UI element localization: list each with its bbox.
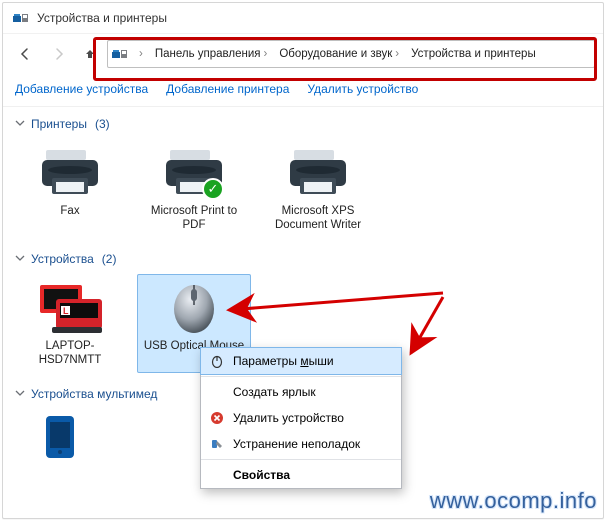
device-label: Fax: [60, 204, 79, 218]
breadcrumb-label: Оборудование и звук: [279, 48, 392, 60]
device-laptop[interactable]: L LAPTOP-HSD7NMTT: [13, 274, 127, 373]
breadcrumb-label: Устройства и принтеры: [411, 48, 536, 60]
breadcrumb-item-control-panel[interactable]: Панель управления ›: [149, 41, 274, 67]
window-title: Устройства и принтеры: [37, 11, 167, 25]
breadcrumb-item[interactable]: ›: [130, 41, 149, 67]
device-ms-xps-writer[interactable]: Microsoft XPS Document Writer: [261, 139, 375, 238]
group-label: Принтеры: [31, 117, 87, 131]
context-menu: Параметры мыши Создать ярлык Удалить уст…: [200, 347, 402, 489]
remove-device-link[interactable]: Удалить устройство: [307, 82, 418, 96]
menu-label: Устранение неполадок: [233, 437, 360, 451]
breadcrumb-label: Панель управления: [155, 48, 261, 60]
group-header-devices[interactable]: Устройства (2): [11, 242, 595, 270]
menu-item-troubleshoot[interactable]: Устранение неполадок: [201, 431, 401, 457]
menu-label: Создать ярлык: [233, 385, 316, 399]
menu-label: Удалить устройство: [233, 411, 344, 425]
menu-separator: [201, 459, 401, 460]
devices-printers-icon: [112, 46, 128, 62]
breadcrumb[interactable]: › Панель управления › Оборудование и зву…: [107, 40, 595, 68]
window-frame: Устройства и принтеры › Панель управ: [2, 2, 604, 519]
printer-icon: [286, 144, 350, 200]
add-printer-link[interactable]: Добавление принтера: [166, 82, 289, 96]
chevron-down-icon: [15, 252, 25, 266]
menu-item-properties[interactable]: Свойства: [201, 462, 401, 488]
device-label: Microsoft Print to PDF: [140, 204, 248, 233]
wrench-icon: [209, 436, 225, 452]
menu-item-mouse-settings[interactable]: Параметры мыши: [200, 347, 402, 375]
menu-separator: [201, 376, 401, 377]
title-bar: Устройства и принтеры: [3, 3, 603, 34]
group-header-printers[interactable]: Принтеры (3): [11, 107, 595, 135]
mouse-icon: [162, 279, 226, 335]
device-label: Microsoft XPS Document Writer: [264, 204, 372, 233]
printer-icon: [38, 144, 102, 200]
menu-item-remove-device[interactable]: Удалить устройство: [201, 405, 401, 431]
breadcrumb-item-devices-printers[interactable]: Устройства и принтеры: [405, 41, 542, 67]
phone-icon: [28, 414, 92, 458]
chevron-down-icon: [15, 387, 25, 401]
blank-icon: [209, 467, 225, 483]
checkmark-badge-icon: ✓: [202, 178, 224, 200]
group-label: Устройства мультимед: [31, 387, 157, 401]
navigation-bar: › Панель управления › Оборудование и зву…: [3, 34, 603, 74]
menu-label: Свойства: [233, 468, 290, 482]
devices-printers-icon: [13, 10, 29, 26]
back-button[interactable]: [11, 41, 39, 67]
mouse-icon: [209, 353, 225, 369]
breadcrumb-item-hardware-sound[interactable]: Оборудование и звук ›: [273, 41, 405, 67]
printer-icon: ✓: [162, 144, 226, 200]
menu-item-create-shortcut[interactable]: Создать ярлык: [201, 379, 401, 405]
up-button[interactable]: [79, 41, 101, 67]
watermark: www.ocomp.info: [430, 488, 597, 514]
menu-label: Параметры мыши: [233, 354, 334, 368]
chevron-down-icon: [15, 117, 25, 131]
group-count: (3): [95, 117, 110, 131]
group-count: (2): [102, 252, 117, 266]
printer-items: Fax ✓ Microsoft Print to PDF: [11, 135, 595, 242]
blank-icon: [209, 384, 225, 400]
svg-text:L: L: [63, 306, 69, 316]
device-multimedia[interactable]: [17, 409, 103, 463]
device-ms-print-pdf[interactable]: ✓ Microsoft Print to PDF: [137, 139, 251, 238]
laptop-icon: L: [38, 279, 102, 335]
device-label: LAPTOP-HSD7NMTT: [16, 339, 124, 368]
forward-button: [45, 41, 73, 67]
group-label: Устройства: [31, 252, 94, 266]
add-device-link[interactable]: Добавление устройства: [15, 82, 148, 96]
device-fax[interactable]: Fax: [13, 139, 127, 238]
delete-icon: [209, 410, 225, 426]
command-toolbar: Добавление устройства Добавление принтер…: [3, 74, 603, 107]
